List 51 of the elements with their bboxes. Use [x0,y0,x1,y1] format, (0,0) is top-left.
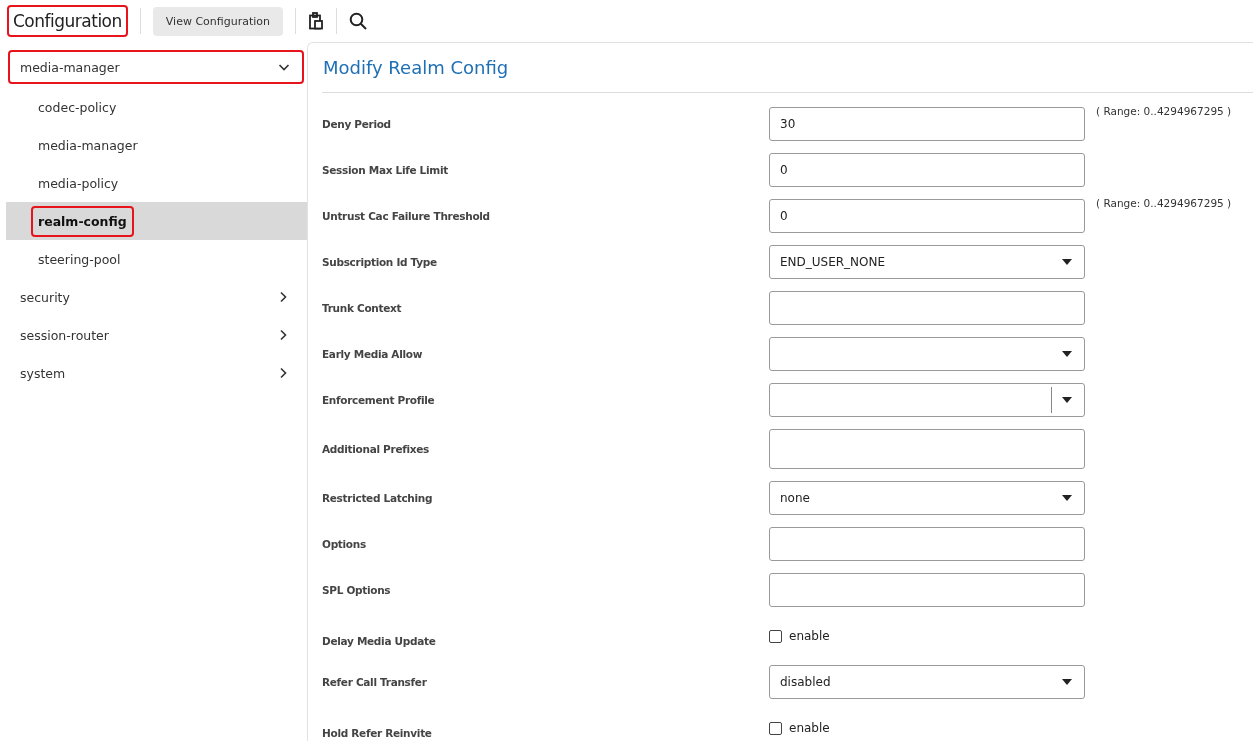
caret-icon [1062,397,1072,403]
view-configuration-button[interactable]: View Configuration [152,6,283,36]
form-title: Modify Realm Config [322,57,509,78]
search-icon[interactable] [349,12,367,30]
nav-group-item[interactable]: media-manager [8,50,304,84]
field-label: Restricted Latching [322,492,434,504]
input-field[interactable] [769,573,1085,607]
input-field[interactable] [769,291,1085,325]
field-label: Delay Media Update [322,634,437,647]
field-label: Enforcement Profile [322,394,436,406]
dropdown[interactable]: END_USER_NONE [769,245,1085,279]
field-label: Additional Prefixes [322,443,430,455]
checkbox-label: enable [789,629,830,643]
dropdown[interactable]: disabled [769,665,1085,699]
field-label: SPL Options [322,584,392,596]
clipboard-icon[interactable] [308,12,324,30]
caret-icon [1062,679,1072,685]
field-label: Hold Refer Reinvite [322,726,433,739]
range-note: ( Range: 0..4294967295 ) [1096,105,1232,117]
nav-item[interactable]: media-policy [31,167,126,199]
input-field[interactable]: 30 [769,107,1085,141]
nav-item[interactable]: realm-config [31,205,134,237]
nav-item[interactable]: steering-pool [31,243,128,275]
dropdown[interactable]: none [769,481,1085,515]
field-label: Refer Call Transfer [322,676,428,688]
page-title: Configuration [7,5,128,37]
nav-group-item[interactable]: security [6,278,307,316]
caret-icon [1062,495,1072,501]
checkbox-label: enable [789,721,830,735]
field-label: Early Media Allow [322,348,424,360]
caret-icon [1062,259,1072,265]
caret-icon [1062,351,1072,357]
field-label: Trunk Context [322,302,403,314]
field-label: Session Max Life Limit [322,164,449,176]
nav-group-item[interactable]: session-router [6,316,307,354]
dropdown[interactable] [769,337,1085,371]
input-field[interactable] [769,429,1085,469]
nav-item[interactable]: codec-policy [31,91,124,123]
field-label: Subscription Id Type [322,256,438,268]
checkbox[interactable] [769,629,782,643]
input-field[interactable] [769,527,1085,561]
range-note: ( Range: 0..4294967295 ) [1096,197,1232,209]
nav-group-item[interactable]: system [6,354,307,392]
input-field[interactable]: 0 [769,153,1085,187]
field-label: Options [322,538,367,550]
nav-item[interactable]: media-manager [31,129,145,161]
combo-box[interactable] [769,383,1085,417]
input-field[interactable]: 0 [769,199,1085,233]
checkbox[interactable] [769,721,782,735]
field-label: Untrust Cac Failure Threshold [322,210,491,222]
field-label: Deny Period [322,118,392,130]
